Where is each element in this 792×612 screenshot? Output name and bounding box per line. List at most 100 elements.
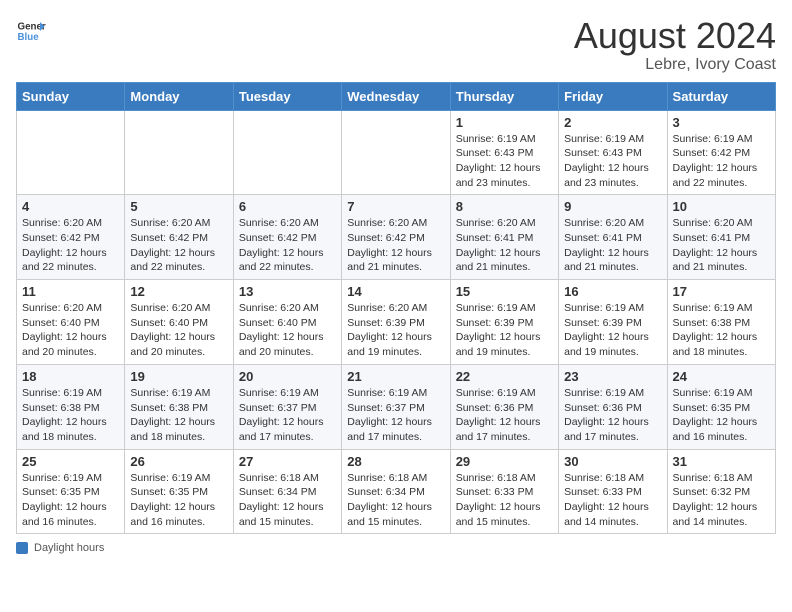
day-number: 22 <box>456 369 553 384</box>
day-info: Sunrise: 6:19 AMSunset: 6:35 PMDaylight:… <box>130 471 227 530</box>
calendar-cell: 17 Sunrise: 6:19 AMSunset: 6:38 PMDayligh… <box>667 280 775 365</box>
day-info: Sunrise: 6:19 AMSunset: 6:35 PMDaylight:… <box>22 471 119 530</box>
day-number: 8 <box>456 199 553 214</box>
day-number: 23 <box>564 369 661 384</box>
day-number: 29 <box>456 454 553 469</box>
calendar-cell: 9 Sunrise: 6:20 AMSunset: 6:41 PMDaylight… <box>559 195 667 280</box>
calendar-cell: 16 Sunrise: 6:19 AMSunset: 6:39 PMDayligh… <box>559 280 667 365</box>
calendar-cell <box>17 110 125 195</box>
day-number: 14 <box>347 284 444 299</box>
calendar-cell: 8 Sunrise: 6:20 AMSunset: 6:41 PMDaylight… <box>450 195 558 280</box>
calendar-day-header: Tuesday <box>233 82 341 110</box>
footer-label: Daylight hours <box>34 542 104 554</box>
calendar-week-row: 11 Sunrise: 6:20 AMSunset: 6:40 PMDayligh… <box>17 280 776 365</box>
calendar-cell: 30 Sunrise: 6:18 AMSunset: 6:33 PMDayligh… <box>559 449 667 534</box>
calendar-cell: 2Sunrise: 6:19 AMSunset: 6:43 PMDaylight… <box>559 110 667 195</box>
day-info: Sunrise: 6:19 AMSunset: 6:37 PMDaylight:… <box>239 386 336 445</box>
calendar-cell: 11 Sunrise: 6:20 AMSunset: 6:40 PMDayligh… <box>17 280 125 365</box>
day-info: Sunrise: 6:20 AMSunset: 6:40 PMDaylight:… <box>130 301 227 360</box>
calendar-cell: 15 Sunrise: 6:19 AMSunset: 6:39 PMDayligh… <box>450 280 558 365</box>
day-info: Sunrise: 6:19 AMSunset: 6:39 PMDaylight:… <box>564 301 661 360</box>
calendar-week-row: 18 Sunrise: 6:19 AMSunset: 6:38 PMDayligh… <box>17 364 776 449</box>
day-info: Sunrise: 6:19 AMSunset: 6:39 PMDaylight:… <box>456 301 553 360</box>
day-info: Sunrise: 6:18 AMSunset: 6:33 PMDaylight:… <box>564 471 661 530</box>
main-title: August 2024 <box>574 16 776 56</box>
calendar-day-header: Monday <box>125 82 233 110</box>
day-info: Sunrise: 6:20 AMSunset: 6:40 PMDaylight:… <box>22 301 119 360</box>
calendar-cell: 5 Sunrise: 6:20 AMSunset: 6:42 PMDaylight… <box>125 195 233 280</box>
day-info: Sunrise: 6:19 AMSunset: 6:43 PMDaylight:… <box>564 132 661 191</box>
calendar-day-header: Sunday <box>17 82 125 110</box>
day-number: 6 <box>239 199 336 214</box>
svg-text:Blue: Blue <box>18 32 40 43</box>
day-info: Sunrise: 6:20 AMSunset: 6:42 PMDaylight:… <box>130 216 227 275</box>
day-info: Sunrise: 6:19 AMSunset: 6:43 PMDaylight:… <box>456 132 553 191</box>
day-number: 20 <box>239 369 336 384</box>
logo-icon: General Blue <box>16 16 46 46</box>
day-info: Sunrise: 6:20 AMSunset: 6:41 PMDaylight:… <box>564 216 661 275</box>
day-number: 18 <box>22 369 119 384</box>
day-info: Sunrise: 6:18 AMSunset: 6:33 PMDaylight:… <box>456 471 553 530</box>
calendar-cell: 28Sunrise: 6:18 AMSunset: 6:34 PMDayligh… <box>342 449 450 534</box>
day-info: Sunrise: 6:19 AMSunset: 6:38 PMDaylight:… <box>673 301 770 360</box>
day-number: 3 <box>673 115 770 130</box>
day-info: Sunrise: 6:19 AMSunset: 6:38 PMDaylight:… <box>22 386 119 445</box>
day-number: 27 <box>239 454 336 469</box>
calendar-cell: 4 Sunrise: 6:20 AMSunset: 6:42 PMDaylight… <box>17 195 125 280</box>
calendar-cell: 26 Sunrise: 6:19 AMSunset: 6:35 PMDayligh… <box>125 449 233 534</box>
calendar-cell: 19 Sunrise: 6:19 AMSunset: 6:38 PMDayligh… <box>125 364 233 449</box>
day-number: 1 <box>456 115 553 130</box>
calendar-table: SundayMondayTuesdayWednesdayThursdayFrid… <box>16 82 776 535</box>
day-info: Sunrise: 6:19 AMSunset: 6:38 PMDaylight:… <box>130 386 227 445</box>
day-number: 7 <box>347 199 444 214</box>
day-number: 26 <box>130 454 227 469</box>
day-info: Sunrise: 6:19 AMSunset: 6:36 PMDaylight:… <box>564 386 661 445</box>
calendar-cell: 3Sunrise: 6:19 AMSunset: 6:42 PMDaylight… <box>667 110 775 195</box>
calendar-cell: 21 Sunrise: 6:19 AMSunset: 6:37 PMDayligh… <box>342 364 450 449</box>
day-info: Sunrise: 6:19 AMSunset: 6:37 PMDaylight:… <box>347 386 444 445</box>
calendar-cell: 10Sunrise: 6:20 AMSunset: 6:41 PMDayligh… <box>667 195 775 280</box>
day-info: Sunrise: 6:19 AMSunset: 6:35 PMDaylight:… <box>673 386 770 445</box>
day-info: Sunrise: 6:20 AMSunset: 6:40 PMDaylight:… <box>239 301 336 360</box>
calendar-cell: 1 Sunrise: 6:19 AMSunset: 6:43 PMDaylight… <box>450 110 558 195</box>
calendar-cell: 31 Sunrise: 6:18 AMSunset: 6:32 PMDayligh… <box>667 449 775 534</box>
day-number: 12 <box>130 284 227 299</box>
day-number: 15 <box>456 284 553 299</box>
calendar-cell: 13 Sunrise: 6:20 AMSunset: 6:40 PMDayligh… <box>233 280 341 365</box>
calendar-day-header: Wednesday <box>342 82 450 110</box>
calendar-cell <box>233 110 341 195</box>
calendar-cell: 20 Sunrise: 6:19 AMSunset: 6:37 PMDayligh… <box>233 364 341 449</box>
day-number: 9 <box>564 199 661 214</box>
calendar-cell: 25Sunrise: 6:19 AMSunset: 6:35 PMDayligh… <box>17 449 125 534</box>
day-number: 4 <box>22 199 119 214</box>
calendar-week-row: 4 Sunrise: 6:20 AMSunset: 6:42 PMDaylight… <box>17 195 776 280</box>
day-number: 30 <box>564 454 661 469</box>
day-number: 11 <box>22 284 119 299</box>
day-info: Sunrise: 6:20 AMSunset: 6:41 PMDaylight:… <box>673 216 770 275</box>
day-number: 13 <box>239 284 336 299</box>
day-number: 21 <box>347 369 444 384</box>
day-number: 31 <box>673 454 770 469</box>
calendar-cell: 29 Sunrise: 6:18 AMSunset: 6:33 PMDayligh… <box>450 449 558 534</box>
footer-note: Daylight hours <box>16 542 776 554</box>
day-number: 16 <box>564 284 661 299</box>
day-info: Sunrise: 6:20 AMSunset: 6:42 PMDaylight:… <box>239 216 336 275</box>
day-info: Sunrise: 6:18 AMSunset: 6:34 PMDaylight:… <box>347 471 444 530</box>
day-number: 5 <box>130 199 227 214</box>
calendar-week-row: 25Sunrise: 6:19 AMSunset: 6:35 PMDayligh… <box>17 449 776 534</box>
day-number: 24 <box>673 369 770 384</box>
day-info: Sunrise: 6:19 AMSunset: 6:36 PMDaylight:… <box>456 386 553 445</box>
day-info: Sunrise: 6:20 AMSunset: 6:41 PMDaylight:… <box>456 216 553 275</box>
page-header: General Blue August 2024 Lebre, Ivory Co… <box>16 16 776 74</box>
calendar-week-row: 1 Sunrise: 6:19 AMSunset: 6:43 PMDaylight… <box>17 110 776 195</box>
calendar-cell: 14Sunrise: 6:20 AMSunset: 6:39 PMDayligh… <box>342 280 450 365</box>
day-info: Sunrise: 6:20 AMSunset: 6:42 PMDaylight:… <box>347 216 444 275</box>
calendar-cell: 18 Sunrise: 6:19 AMSunset: 6:38 PMDayligh… <box>17 364 125 449</box>
calendar-cell: 24 Sunrise: 6:19 AMSunset: 6:35 PMDayligh… <box>667 364 775 449</box>
day-info: Sunrise: 6:18 AMSunset: 6:32 PMDaylight:… <box>673 471 770 530</box>
title-area: August 2024 Lebre, Ivory Coast <box>574 16 776 74</box>
day-number: 19 <box>130 369 227 384</box>
day-info: Sunrise: 6:20 AMSunset: 6:42 PMDaylight:… <box>22 216 119 275</box>
calendar-day-header: Saturday <box>667 82 775 110</box>
day-number: 17 <box>673 284 770 299</box>
